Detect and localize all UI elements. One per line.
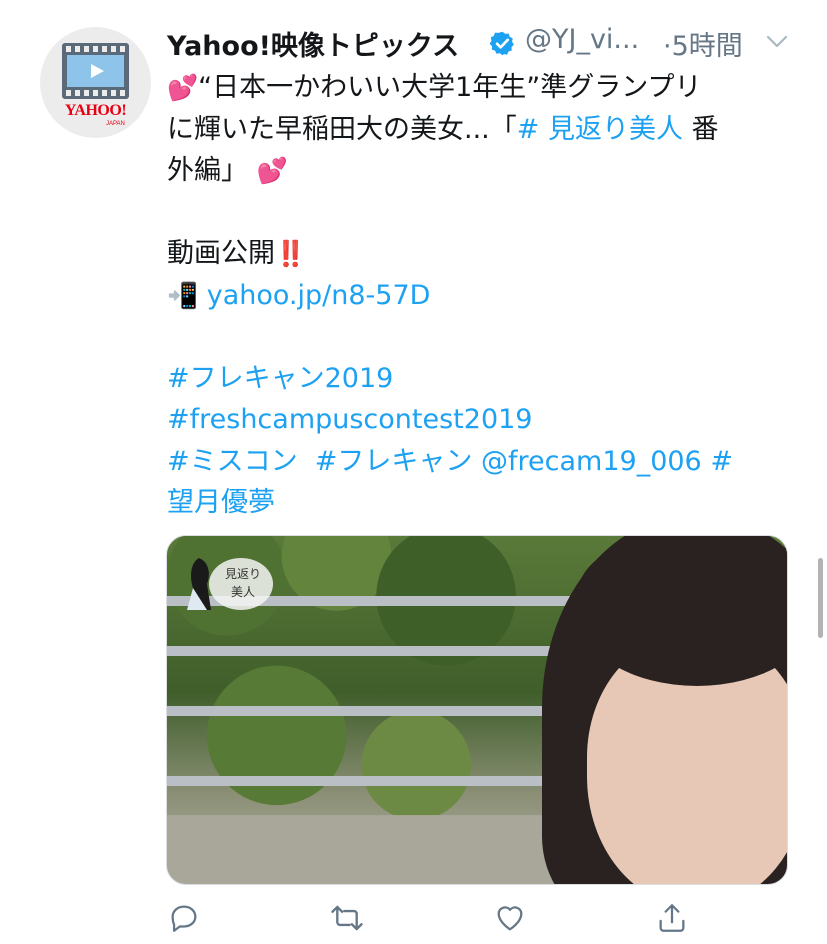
retweet-icon <box>331 905 363 931</box>
share-button[interactable] <box>654 900 690 936</box>
hashtag-link-frecam[interactable]: #フレキャン <box>315 446 473 477</box>
tweet-action-bar <box>166 900 706 940</box>
mikaeri-bijin-logo: 見返り 美人 <box>187 558 273 610</box>
retweet-button[interactable] <box>329 900 365 936</box>
yahoo-logo-text: YAHOO! <box>64 102 127 119</box>
hashtag-link-mochizuki-yume[interactable]: 望月優夢 <box>167 487 275 518</box>
scrollbar-thumb[interactable] <box>818 558 823 638</box>
text-line-2-prefix: に輝いた早稲田大の美女...「 <box>167 113 517 145</box>
text-line-2-suffix: 番 <box>682 113 719 145</box>
text-line-4: 動画公開 <box>167 238 275 269</box>
author-display-name[interactable]: Yahoo!映像トピックス <box>167 24 459 63</box>
author-handle[interactable]: @YJ_vi... <box>525 24 639 55</box>
reply-button[interactable] <box>166 900 202 936</box>
reply-icon <box>171 905 197 932</box>
two-hearts-icon: 💕 <box>256 156 288 185</box>
text-line-3: 外編」 <box>167 155 248 186</box>
hashtag-link-mikaeri-bijin[interactable]: # 見返り美人 <box>517 114 683 145</box>
hashtag-link-miscon[interactable]: #ミスコン <box>167 446 298 477</box>
share-icon <box>659 904 685 932</box>
author-avatar[interactable]: YAHOO! JAPAN <box>40 27 151 138</box>
yahoo-logo-subtext: JAPAN <box>106 121 125 127</box>
like-button[interactable] <box>492 900 528 936</box>
two-hearts-icon: 💕 <box>167 73 199 102</box>
mention-link-frecam19-006[interactable]: @frecam19_006 <box>481 446 702 477</box>
hashtag-link-frecam2019[interactable]: #フレキャン2019 <box>167 363 393 394</box>
tweet-header: Yahoo!映像トピックス @YJ_vi... ·5時間 <box>167 22 807 62</box>
svg-text:美人: 美人 <box>231 585 255 599</box>
text-line-1: “日本一かわいい大学1年生”準グランプリ <box>198 72 702 103</box>
svg-text:見返り: 見返り <box>225 567 261 581</box>
hashtag-link-freshcampuscontest2019[interactable]: #freshcampuscontest2019 <box>167 404 532 435</box>
tweet-text: 💕“日本一かわいい大学1年生”準グランプリ に輝いた早稲田大の美女...「# 見… <box>167 67 787 524</box>
chevron-down-icon[interactable] <box>765 34 789 50</box>
short-url-link[interactable]: yahoo.jp/n8-57D <box>207 280 431 311</box>
verified-badge-icon <box>489 31 514 56</box>
film-video-icon <box>62 43 129 99</box>
mobile-phone-arrow-icon: 📲 <box>167 280 199 310</box>
tweet-media-image[interactable]: 見返り 美人 <box>166 535 788 885</box>
hashtag-link-mochizuki-start[interactable]: # <box>710 446 733 477</box>
heart-icon <box>497 906 523 931</box>
double-exclamation-icon: ‼️ <box>275 239 307 268</box>
tweet-timestamp[interactable]: ·5時間 <box>663 24 743 63</box>
